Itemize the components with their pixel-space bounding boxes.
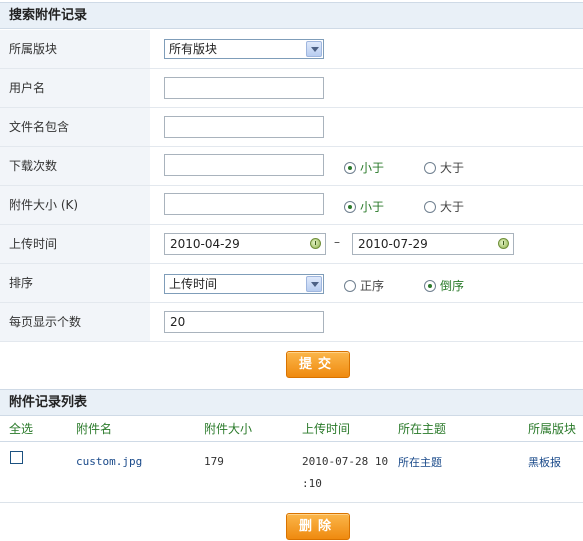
upload-time-row: 上传时间 2010-04-29 – 2010-07-29 — [0, 225, 583, 264]
column-upload-time: 上传时间 — [302, 422, 351, 436]
downloads-row: 下载次数 小于 大于 — [0, 147, 583, 186]
upload-time-line2: :10 — [302, 477, 322, 490]
sort-asc-radio[interactable]: 正序 — [344, 278, 394, 294]
per-page-row: 每页显示个数 20 — [0, 303, 583, 342]
downloads-less-label: 小于 — [360, 161, 385, 175]
size-greater-label: 大于 — [440, 200, 465, 214]
per-page-input[interactable]: 20 — [164, 311, 324, 333]
submit-button[interactable]: 提交 — [286, 351, 350, 378]
sort-select-value: 上传时间 — [169, 277, 218, 291]
sort-label: 排序 — [0, 264, 150, 302]
radio-unchecked-icon — [424, 201, 436, 213]
calendar-clock-icon[interactable] — [498, 238, 509, 249]
size-label: 附件大小 (K) — [0, 186, 150, 224]
delete-button[interactable]: 删除 — [286, 513, 350, 540]
username-row: 用户名 — [0, 69, 583, 108]
sort-row: 排序 上传时间 正序 倒序 — [0, 264, 583, 303]
topic-link[interactable]: 所在主题 — [398, 454, 442, 470]
size-less-radio[interactable]: 小于 — [344, 199, 394, 215]
radio-checked-icon — [344, 162, 356, 174]
radio-unchecked-icon — [344, 280, 356, 292]
list-section-title: 附件记录列表 — [0, 389, 583, 416]
sort-desc-radio[interactable]: 倒序 — [424, 278, 474, 294]
radio-checked-icon — [344, 201, 356, 213]
upload-time-to-input[interactable]: 2010-07-29 — [352, 233, 514, 255]
sort-select[interactable]: 上传时间 — [164, 274, 324, 294]
chevron-down-icon — [306, 276, 322, 292]
downloads-label: 下载次数 — [0, 147, 150, 185]
sort-desc-label: 倒序 — [440, 279, 465, 293]
filename-label: 文件名包含 — [0, 108, 150, 146]
forum-link[interactable]: 黑板报 — [528, 454, 561, 470]
upload-time-from-input[interactable]: 2010-04-29 — [164, 233, 326, 255]
upload-time-to-value: 2010-07-29 — [358, 237, 428, 251]
table-header: 全选 附件名 附件大小 上传时间 所在主题 所属版块 — [0, 416, 583, 442]
filename-input[interactable] — [164, 116, 324, 138]
upload-time-label: 上传时间 — [0, 225, 150, 263]
downloads-greater-label: 大于 — [440, 161, 465, 175]
downloads-input[interactable] — [164, 154, 324, 176]
per-page-label: 每页显示个数 — [0, 303, 150, 341]
upload-time-line1: 2010-07-28 10 — [302, 455, 389, 468]
downloads-greater-radio[interactable]: 大于 — [424, 160, 474, 176]
row-select-checkbox[interactable] — [10, 451, 23, 464]
column-topic: 所在主题 — [398, 422, 447, 436]
forum-label: 所属版块 — [0, 30, 150, 68]
username-label: 用户名 — [0, 69, 150, 107]
column-size: 附件大小 — [204, 422, 253, 436]
size-row: 附件大小 (K) 小于 大于 — [0, 186, 583, 225]
table-row: custom.jpg 179 2010-07-28 10 :10 所在主题 黑板… — [0, 442, 583, 503]
username-input[interactable] — [164, 77, 324, 99]
attachment-size: 179 — [204, 455, 224, 468]
filename-row: 文件名包含 — [0, 108, 583, 147]
radio-unchecked-icon — [424, 162, 436, 174]
forum-row: 所属版块 所有版块 — [0, 30, 583, 69]
forum-select-value: 所有版块 — [169, 42, 218, 56]
chevron-down-icon — [306, 41, 322, 57]
size-greater-radio[interactable]: 大于 — [424, 199, 474, 215]
size-input[interactable] — [164, 193, 324, 215]
sort-asc-label: 正序 — [360, 279, 385, 293]
forum-select[interactable]: 所有版块 — [164, 39, 324, 59]
column-forum: 所属版块 — [528, 422, 577, 436]
select-all-link[interactable]: 全选 — [9, 416, 33, 442]
calendar-clock-icon[interactable] — [310, 238, 321, 249]
radio-checked-icon — [424, 280, 436, 292]
upload-time-from-value: 2010-04-29 — [170, 237, 240, 251]
column-filename: 附件名 — [76, 422, 113, 436]
date-range-separator: – — [334, 235, 340, 249]
size-less-label: 小于 — [360, 200, 385, 214]
downloads-less-radio[interactable]: 小于 — [344, 160, 394, 176]
attachment-filename-link[interactable]: custom.jpg — [76, 455, 142, 468]
search-section-title: 搜索附件记录 — [0, 2, 583, 29]
